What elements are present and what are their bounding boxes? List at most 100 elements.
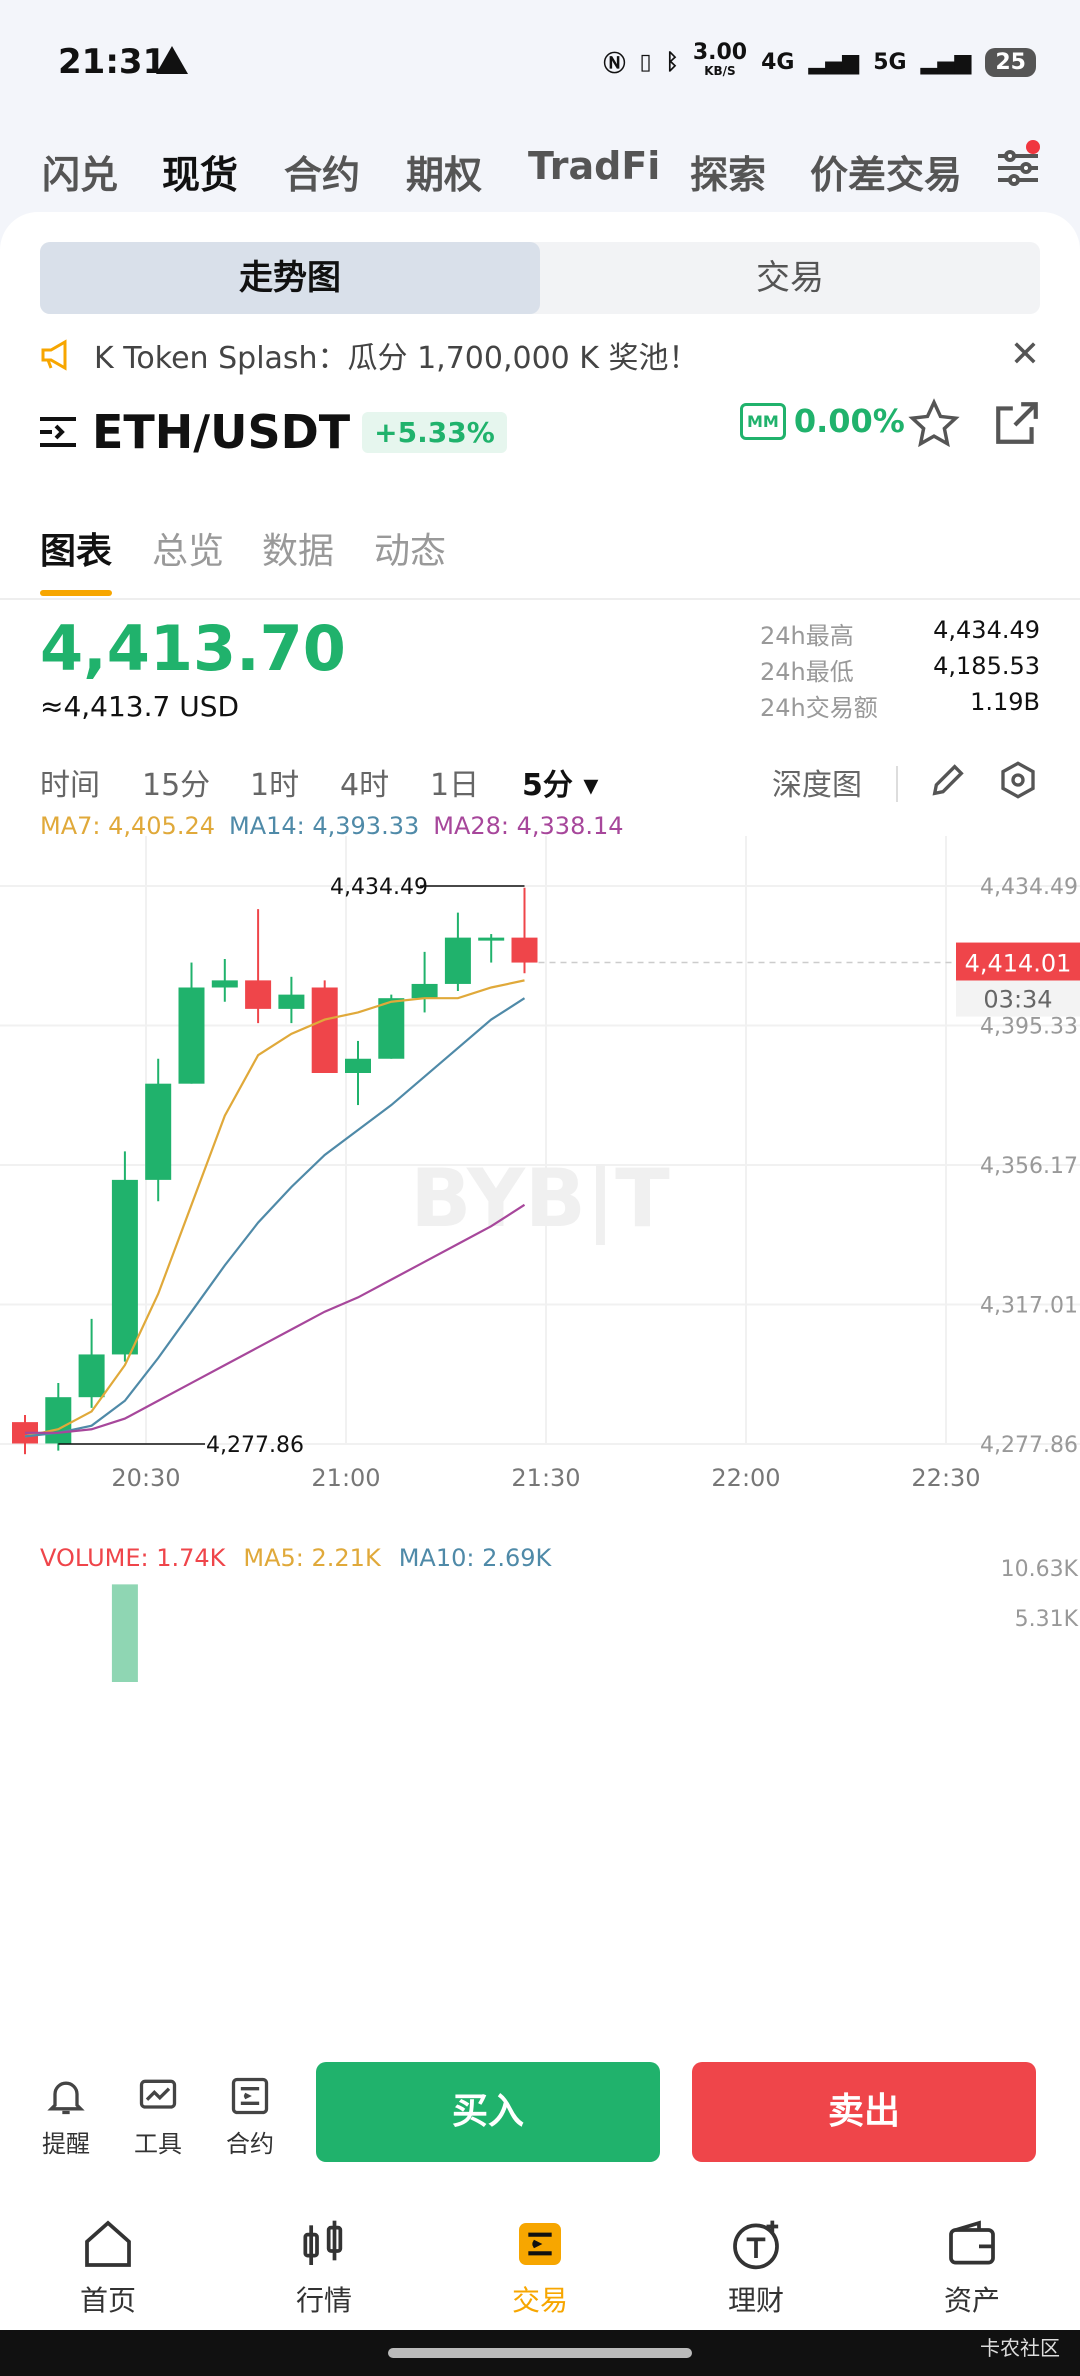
x-tick-label: 20:30 [111,1464,180,1492]
low-value: 4,185.53 [933,652,1040,680]
contract-action[interactable]: 合约 [210,2074,290,2159]
x-tick-label: 22:00 [711,1464,780,1492]
candle-body [145,1083,172,1180]
candlestick-chart[interactable]: 4,434.49 4,395.33 4,356.17 4,317.01 4,277.86… [0,836,1080,1532]
mm-value: 0.00% [793,402,905,440]
notification-dot [1026,140,1040,154]
interval-5m-dropdown[interactable]: 5分 ▾ [522,760,598,804]
interval-15m[interactable]: 15分 [142,760,210,804]
nav-tradfi[interactable]: TradFi [528,144,660,188]
close-icon[interactable]: ✕ [1010,334,1040,375]
settings-hex-icon[interactable] [998,760,1038,800]
tools-label: 工具 [134,2130,182,2158]
x-tick-label: 21:30 [511,1464,580,1492]
alert-label: 提醒 [42,2130,90,2158]
buy-button[interactable]: 买入 [316,2062,660,2162]
tab-feed[interactable]: 动态 [374,522,446,574]
pencil-icon[interactable] [928,760,968,800]
candle-body [278,994,305,1009]
earn-label: 理财 [727,2284,784,2317]
signal-5g: 5G [873,49,907,75]
warning-icon [156,46,188,74]
high-label: 24h最高 [760,622,854,650]
markets-label: 行情 [295,2284,352,2317]
candle-body [411,983,438,999]
volume-legend: VOLUME: 1.74K [40,1544,226,1572]
candle-body [345,1058,371,1073]
mm-rate[interactable]: MM 0.00% [740,402,905,440]
depth-chart-button[interactable]: 深度图 [772,760,862,804]
favorite-star-icon[interactable] [908,398,960,450]
bottom-nav: 首页 行情 交易 理财 资产 [0,2190,1080,2330]
alert-action[interactable]: 提醒 [26,2074,106,2159]
volume-ma10-legend: MA10: 2.69K [398,1544,552,1572]
trade-label: 交易 [511,2284,568,2317]
y-tick-label: 4,395.33 [980,1015,1078,1040]
high-value: 4,434.49 [933,616,1040,644]
usd-price: ≈4,413.7 USD [40,690,240,723]
bottom-nav-assets[interactable]: 资产 [912,2216,1032,2319]
volume-y-tick: 10.63K [1001,1557,1079,1582]
candle-body [178,987,205,1084]
candle-body [511,937,538,963]
chart-view-button[interactable]: 走势图 [40,242,540,314]
bell-icon [47,2081,85,2115]
interval-time[interactable]: 时间 [40,760,100,804]
tools-action[interactable]: 工具 [118,2074,198,2159]
tab-chart[interactable]: 图表 [40,522,112,574]
nav-spot[interactable]: 现货 [162,144,238,199]
sell-button[interactable]: 卖出 [692,2062,1036,2162]
pair-header: ETH/USDT +5.33% [40,392,507,472]
candle-body [111,1179,138,1355]
tab-overview[interactable]: 总览 [152,522,224,574]
candles-icon [303,2220,343,2265]
bottom-nav-home[interactable]: 首页 [48,2216,168,2319]
watermark-text: 卡农社区 [980,2336,1060,2360]
x-tick-label: 22:30 [911,1464,980,1492]
home-indicator[interactable] [388,2348,692,2358]
interval-1d[interactable]: 1日 [430,760,479,804]
candle-body [78,1354,105,1398]
bluetooth-icon: ᛒ [665,49,679,75]
mm-badge: MM [740,402,786,440]
bottom-nav-markets[interactable]: 行情 [264,2216,384,2319]
trade-view-button[interactable]: 交易 [540,242,1040,314]
home-label: 首页 [79,2284,136,2317]
status-time: 21:31 [58,42,167,82]
megaphone-icon [41,339,67,371]
candle-body [478,937,505,941]
nav-explore[interactable]: 探索 [690,144,766,199]
nav-contract[interactable]: 合约 [284,144,360,199]
tab-data[interactable]: 数据 [262,522,334,574]
bybit-watermark: BYB|T [410,1152,670,1246]
ticker-stats: 24h最高 4,434.49 24h最低 4,185.53 24h交易额 1.19B [760,616,1040,724]
candle-body [444,937,471,984]
share-icon[interactable] [992,398,1042,448]
menu-list-icon[interactable] [40,416,76,448]
bottom-nav-earn[interactable]: 理财 [696,2216,816,2319]
promo-banner[interactable]: K Token Splash：瓜分 1,700,000 K 奖池！ ✕ [40,322,1040,388]
divider [896,766,898,802]
wallet-icon [949,2220,995,2265]
contract-label: 合约 [226,2130,274,2158]
y-tick-label: 4,317.01 [980,1294,1078,1319]
volume-y-tick: 5.31K [1015,1607,1079,1632]
high-marker-label: 4,434.49 [330,875,428,900]
nfc-icon: Ⓝ [603,52,626,77]
candle-body [311,987,338,1073]
interval-1h[interactable]: 1时 [250,760,299,804]
nav-options[interactable]: 期权 [406,144,482,199]
nav-convert[interactable]: 闪兑 [42,144,118,199]
vibrate-icon: ▯ [639,49,652,75]
candle-body [211,980,238,988]
pair-symbol[interactable]: ETH/USDT [92,405,350,459]
interval-4h[interactable]: 4时 [340,760,389,804]
nav-spread[interactable]: 价差交易 [810,144,970,199]
signal-4g: 4G [761,49,795,75]
low-label: 24h最低 [760,658,854,686]
volume-label: 24h交易额 [760,694,878,722]
bottom-nav-trade[interactable]: 交易 [480,2216,600,2319]
chart-tabs: 图表 总览 数据 动态 [0,502,1080,600]
contract-icon [231,2077,269,2115]
countdown-text: 03:34 [983,986,1052,1014]
